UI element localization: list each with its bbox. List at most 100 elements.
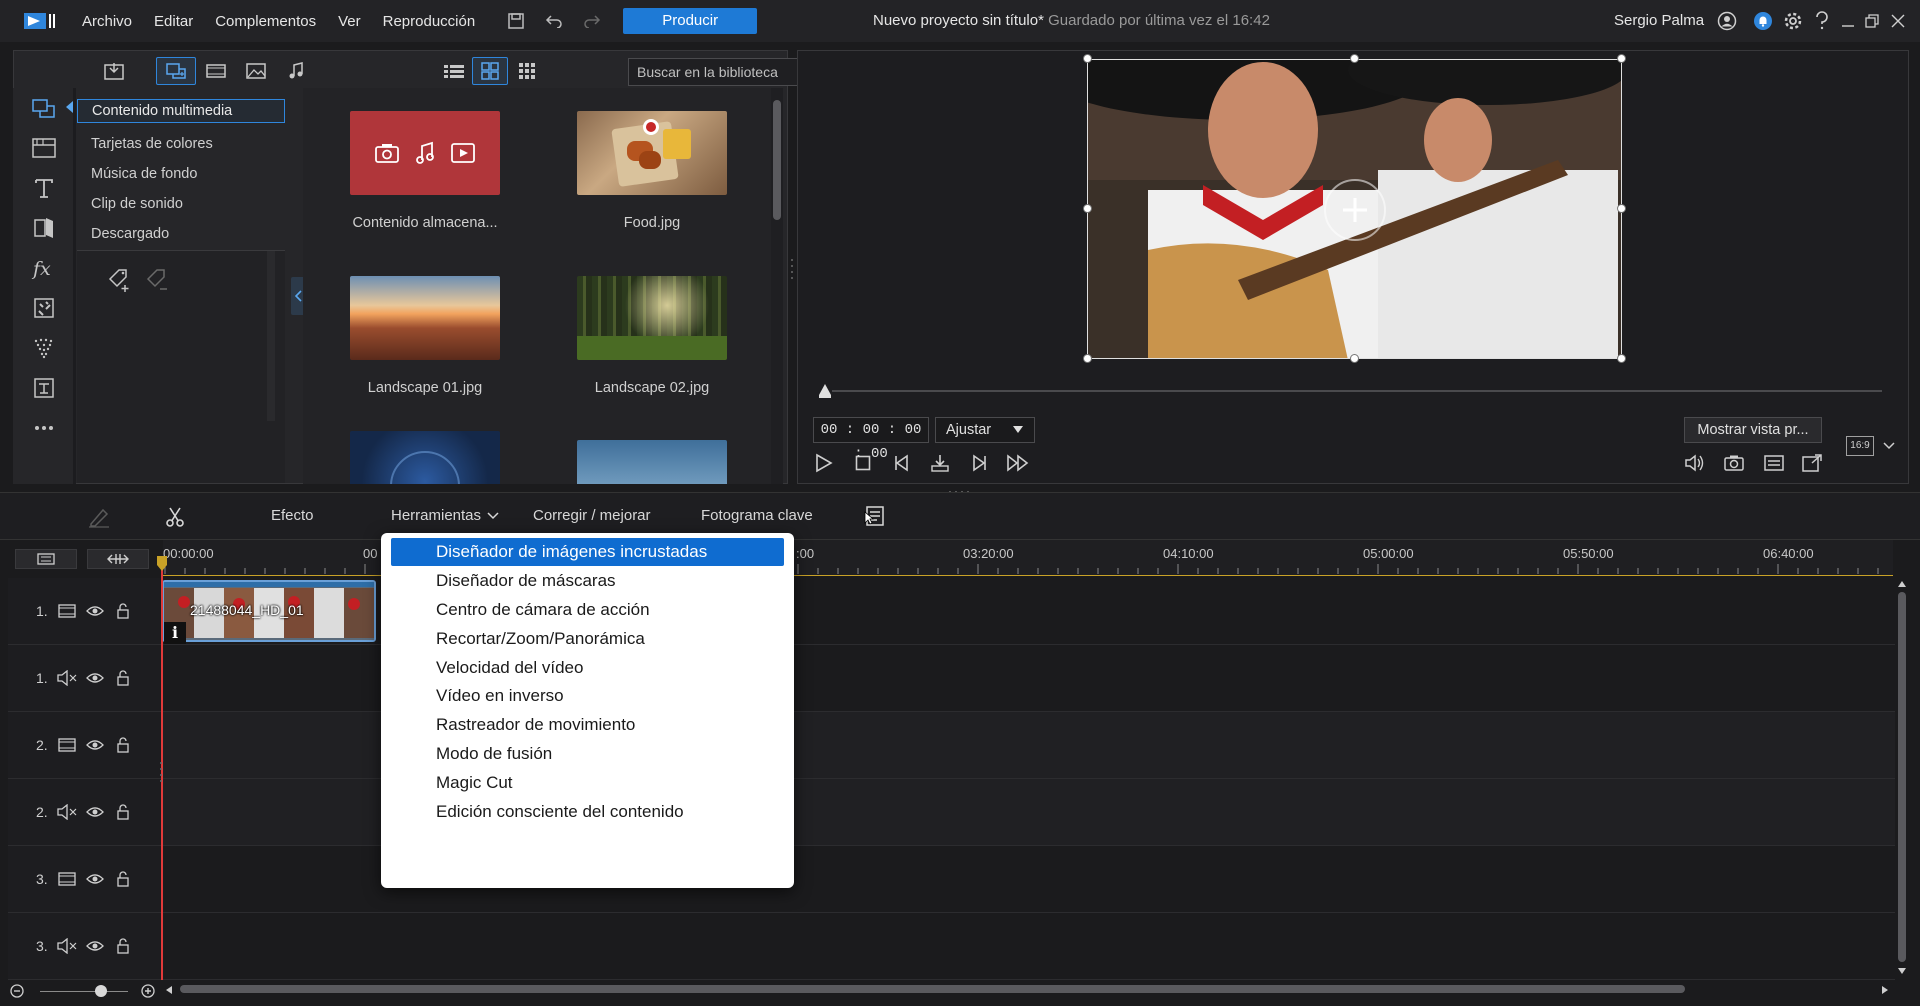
- volume-icon[interactable]: [1682, 450, 1708, 476]
- import-media-icon[interactable]: [94, 57, 134, 85]
- visibility-eye-icon[interactable]: [84, 600, 106, 622]
- small-grid-icon[interactable]: [512, 57, 542, 85]
- help-icon[interactable]: [1810, 9, 1834, 33]
- media-item-food[interactable]: Food.jpg: [577, 111, 727, 231]
- fx-room-icon[interactable]: fx: [29, 253, 59, 283]
- scroll-up-icon[interactable]: [1897, 579, 1907, 589]
- menu-item-mask-designer[interactable]: Diseñador de máscaras: [391, 567, 784, 595]
- menu-ver[interactable]: Ver: [338, 13, 361, 30]
- templates-icon[interactable]: [29, 133, 59, 163]
- tab-audio[interactable]: [276, 57, 316, 85]
- zoom-out-icon[interactable]: [10, 984, 24, 998]
- zoom-in-icon[interactable]: [141, 984, 155, 998]
- track-splitter[interactable]: [159, 760, 163, 784]
- fit-timeline-icon[interactable]: [87, 549, 149, 569]
- resize-handle-l[interactable]: [1083, 204, 1092, 213]
- media-item-landscape-01[interactable]: Landscape 01.jpg: [350, 276, 500, 396]
- scroll-left-icon[interactable]: [164, 985, 174, 995]
- lock-icon[interactable]: [112, 734, 134, 756]
- scissors-icon[interactable]: [164, 506, 186, 528]
- timeline-vertical-scrollbar[interactable]: [1898, 592, 1906, 962]
- resize-handle-bl[interactable]: [1083, 354, 1092, 363]
- effect-button[interactable]: Efecto: [271, 507, 314, 524]
- resize-handle-tr[interactable]: [1617, 54, 1626, 63]
- timecode-display[interactable]: 00 : 00 : 00 : 00: [813, 417, 929, 462]
- category-musica-fondo[interactable]: Música de fondo: [77, 159, 285, 189]
- media-item-sky[interactable]: [577, 440, 727, 484]
- visibility-eye-icon[interactable]: [84, 734, 106, 756]
- undo-icon[interactable]: [543, 10, 565, 32]
- lock-icon[interactable]: [112, 868, 134, 890]
- media-item-landscape-02[interactable]: Landscape 02.jpg: [577, 276, 727, 396]
- correct-enhance-button[interactable]: Corregir / mejorar: [533, 507, 651, 524]
- category-scrollbar[interactable]: [267, 251, 275, 421]
- menu-item-action-camera[interactable]: Centro de cámara de acción: [391, 596, 784, 624]
- visibility-eye-icon[interactable]: [84, 935, 106, 957]
- list-view-icon[interactable]: [436, 57, 472, 85]
- menu-item-magic-cut[interactable]: Magic Cut: [391, 769, 784, 797]
- track-lane[interactable]: [163, 913, 1895, 979]
- stop-icon[interactable]: [850, 450, 876, 476]
- aspect-chevron-icon[interactable]: [1882, 441, 1896, 451]
- menu-item-motion-tracker[interactable]: Rastreador de movimiento: [391, 711, 784, 739]
- redo-icon[interactable]: [581, 10, 603, 32]
- title-room-icon[interactable]: [29, 173, 59, 203]
- tab-image[interactable]: [236, 57, 276, 85]
- scroll-down-icon[interactable]: [1897, 966, 1907, 976]
- playhead-marker-icon[interactable]: [155, 555, 169, 573]
- media-item-audio[interactable]: [350, 431, 500, 484]
- produce-button[interactable]: Producir: [623, 8, 758, 34]
- show-preview-button[interactable]: Mostrar vista pr...: [1684, 417, 1822, 443]
- account-icon[interactable]: [1715, 9, 1739, 33]
- snapshot-icon[interactable]: [1721, 450, 1747, 476]
- lock-icon[interactable]: [112, 801, 134, 823]
- resize-handle-t[interactable]: [1350, 54, 1359, 63]
- scroll-right-icon[interactable]: [1880, 985, 1890, 995]
- zoom-slider-thumb[interactable]: [95, 985, 107, 997]
- subtitle-room-icon[interactable]: [29, 373, 59, 403]
- subtitle-toggle-icon[interactable]: [1761, 450, 1787, 476]
- menu-item-reverse-video[interactable]: Vídeo en inverso: [391, 682, 784, 710]
- tab-video[interactable]: [196, 57, 236, 85]
- edit-pen-icon[interactable]: [87, 506, 111, 528]
- panel-splitter[interactable]: [790, 256, 794, 286]
- keyframe-button[interactable]: Fotograma clave: [701, 507, 813, 524]
- search-input[interactable]: [637, 64, 807, 80]
- zoom-fit-select[interactable]: Ajustar: [935, 417, 1035, 443]
- lock-icon[interactable]: [112, 935, 134, 957]
- split-icon[interactable]: [927, 450, 953, 476]
- category-contenido-multimedia[interactable]: Contenido multimedia: [77, 99, 285, 123]
- info-icon[interactable]: i: [164, 622, 186, 644]
- tab-all-media[interactable]: [156, 57, 196, 85]
- menu-item-content-aware-editing[interactable]: Edición consciente del contenido: [391, 798, 784, 826]
- media-scrollbar[interactable]: [773, 100, 781, 220]
- fast-forward-icon[interactable]: [1005, 450, 1031, 476]
- lock-icon[interactable]: [112, 667, 134, 689]
- category-descargado[interactable]: Descargado: [77, 219, 285, 249]
- restore-icon[interactable]: [1860, 9, 1884, 33]
- visibility-eye-icon[interactable]: [84, 801, 106, 823]
- resize-handle-r[interactable]: [1617, 204, 1626, 213]
- timeline-horizontal-scrollbar[interactable]: [180, 985, 1685, 993]
- preview-scrubber[interactable]: [832, 390, 1882, 392]
- resize-handle-tl[interactable]: [1083, 54, 1092, 63]
- more-options-icon[interactable]: [29, 413, 59, 443]
- save-icon[interactable]: [505, 10, 527, 32]
- play-icon[interactable]: [811, 450, 837, 476]
- visibility-eye-icon[interactable]: [84, 868, 106, 890]
- category-clip-sonido[interactable]: Clip de sonido: [77, 189, 285, 219]
- settings-icon[interactable]: [1781, 9, 1805, 33]
- menu-complementos[interactable]: Complementos: [215, 13, 316, 30]
- menu-editar[interactable]: Editar: [154, 13, 193, 30]
- zoom-slider-track[interactable]: [40, 991, 128, 992]
- transition-room-icon[interactable]: [29, 213, 59, 243]
- minimize-icon[interactable]: [1836, 9, 1860, 33]
- menu-item-pip-designer[interactable]: Diseñador de imágenes incrustadas: [391, 538, 784, 566]
- close-icon[interactable]: [1886, 9, 1910, 33]
- pip-objects-icon[interactable]: [29, 293, 59, 323]
- track-manager-icon[interactable]: [15, 549, 77, 569]
- menu-item-blend-mode[interactable]: Modo de fusión: [391, 740, 784, 768]
- remove-tag-icon[interactable]: [145, 267, 171, 293]
- resize-handle-br[interactable]: [1617, 354, 1626, 363]
- previous-frame-icon[interactable]: [889, 450, 915, 476]
